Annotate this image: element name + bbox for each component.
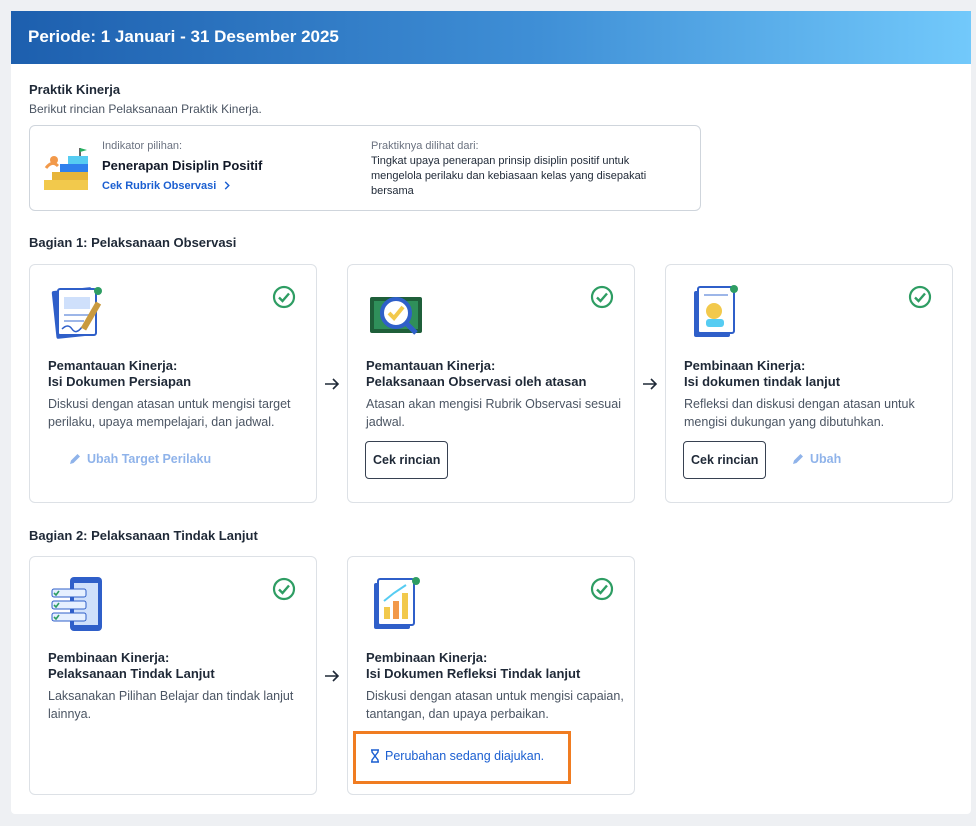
phone-checklist-icon — [51, 577, 102, 631]
period-header: Periode: 1 Januari - 31 Desember 2025 — [11, 11, 971, 64]
card-title: Pembinaan Kinerja: Pelaksanaan Tindak La… — [48, 650, 308, 682]
arrow-right-icon — [325, 670, 340, 682]
check-circle-icon — [272, 285, 296, 309]
check-circle-icon — [590, 577, 614, 601]
check-circle-icon — [590, 285, 614, 309]
card-title-line1: Pemantauan Kinerja: — [366, 358, 496, 373]
card-title-line2: Isi dokumen tindak lanjut — [684, 374, 841, 389]
check-circle-icon — [272, 577, 296, 601]
bagian1-title: Bagian 1: Pelaksanaan Observasi — [29, 235, 237, 250]
card-title-line1: Pembinaan Kinerja: — [48, 650, 170, 665]
card-title-line1: Pemantauan Kinerja: — [48, 358, 178, 373]
cek-rincian-button[interactable]: Cek rincian — [365, 441, 449, 479]
card-title-line2: Isi Dokumen Persiapan — [48, 374, 192, 389]
card-description: Atasan akan mengisi Rubrik Observasi ses… — [366, 397, 621, 429]
card-title-line1: Pembinaan Kinerja: — [366, 650, 488, 665]
check-circle-icon — [908, 285, 932, 309]
report-chart-icon — [374, 577, 420, 629]
bagian2-title: Bagian 2: Pelaksanaan Tindak Lanjut — [29, 528, 258, 543]
ubah-target-link[interactable]: Ubah Target Perilaku — [68, 452, 211, 466]
indicator-label: Indikator pilihan: — [102, 140, 183, 152]
period-title: Periode: 1 Januari - 31 Desember 2025 — [28, 27, 339, 46]
rubric-link-label: Cek Rubrik Observasi — [102, 180, 217, 192]
magnifier-screen-icon — [370, 297, 422, 335]
card-description: Refleksi dan diskusi dengan atasan untuk… — [684, 397, 915, 429]
praktik-subtitle: Berikut rincian Pelaksanaan Praktik Kine… — [29, 102, 262, 116]
card-title-line2: Pelaksanaan Tindak Lanjut — [48, 666, 215, 681]
card-description: Diskusi dengan atasan untuk mengisi targ… — [48, 397, 291, 429]
main-panel: Periode: 1 Januari - 31 Desember 2025 Pr… — [11, 11, 971, 814]
cek-rincian-button[interactable]: Cek rincian — [683, 441, 767, 479]
card-title: Pembinaan Kinerja: Isi Dokumen Refleksi … — [366, 650, 626, 682]
seen-label: Praktiknya dilihat dari: — [371, 140, 479, 152]
pencil-icon — [793, 454, 803, 464]
arrow-right-icon — [643, 378, 658, 390]
document-profile-icon — [694, 285, 738, 337]
arrow-right-icon — [325, 378, 340, 390]
ubah-target-label: Ubah Target Perilaku — [87, 452, 212, 466]
card-title: Pembinaan Kinerja: Isi dokumen tindak la… — [684, 358, 944, 390]
card-description: Laksanakan Pilihan Belajar dan tindak la… — [48, 689, 294, 721]
pending-status-label: Perubahan sedang diajukan. — [385, 749, 545, 763]
pending-status-highlight: Perubahan sedang diajukan. — [353, 731, 571, 784]
rubric-link[interactable]: Cek Rubrik Observasi — [102, 180, 231, 192]
card-title-line1: Pembinaan Kinerja: — [684, 358, 806, 373]
chevron-right-icon — [225, 181, 231, 190]
indicator-box: Indikator pilihan: Penerapan Disiplin Po… — [29, 125, 701, 211]
card-dokumen-tindak-lanjut: Pembinaan Kinerja: Isi dokumen tindak la… — [665, 264, 953, 503]
card-description: Diskusi dengan atasan untuk mengisi capa… — [366, 689, 624, 721]
ubah-link[interactable]: Ubah — [791, 452, 841, 466]
card-pelaksanaan-observasi: Pemantauan Kinerja: Pelaksanaan Observas… — [347, 264, 635, 503]
praktik-title: Praktik Kinerja — [29, 82, 121, 97]
card-isi-dokumen-persiapan: Pemantauan Kinerja: Isi Dokumen Persiapa… — [29, 264, 317, 503]
card-title-line2: Isi Dokumen Refleksi Tindak lanjut — [366, 666, 581, 681]
card-pelaksanaan-tindak-lanjut: Pembinaan Kinerja: Pelaksanaan Tindak La… — [29, 556, 317, 795]
ubah-label: Ubah — [810, 452, 842, 466]
pending-status: Perubahan sedang diajukan. — [370, 749, 544, 763]
card-title-line2: Pelaksanaan Observasi oleh atasan — [366, 374, 587, 389]
indicator-value: Penerapan Disiplin Positif — [102, 158, 263, 173]
hourglass-icon — [371, 749, 379, 763]
seen-text: Tingkat upaya penerapan prinsip disiplin… — [371, 155, 647, 197]
card-title: Pemantauan Kinerja: Isi Dokumen Persiapa… — [48, 358, 308, 390]
stairs-illustration-icon — [44, 148, 88, 190]
card-title: Pemantauan Kinerja: Pelaksanaan Observas… — [366, 358, 626, 390]
document-sign-icon — [51, 287, 102, 339]
pencil-icon — [70, 454, 80, 464]
